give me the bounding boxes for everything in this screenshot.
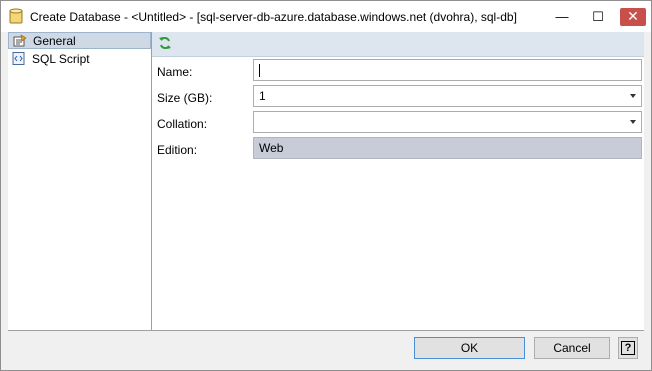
sidebar-item-sql-script[interactable]: SQL Script bbox=[8, 50, 151, 67]
help-icon: ? bbox=[621, 341, 635, 355]
chevron-down-icon bbox=[630, 94, 636, 98]
name-input[interactable] bbox=[253, 59, 642, 81]
minimize-icon: — bbox=[555, 9, 569, 24]
cancel-button[interactable]: Cancel bbox=[534, 337, 610, 359]
sidebar-item-label: SQL Script bbox=[32, 51, 90, 66]
toolbar bbox=[152, 32, 644, 57]
sql-script-icon bbox=[12, 52, 25, 65]
title-bar[interactable]: Create Database - <Untitled> - [sql-serv… bbox=[1, 1, 651, 32]
sidebar-item-general[interactable]: General bbox=[8, 32, 151, 49]
close-button[interactable]: ✕ bbox=[615, 1, 651, 32]
edition-label: Edition: bbox=[157, 143, 198, 157]
text-cursor bbox=[259, 63, 260, 77]
size-value: 1 bbox=[259, 89, 266, 103]
maximize-button[interactable]: ☐ bbox=[581, 1, 615, 32]
close-icon: ✕ bbox=[620, 7, 646, 26]
collation-label: Collation: bbox=[157, 117, 208, 131]
sidebar-item-label: General bbox=[33, 33, 76, 48]
size-label: Size (GB): bbox=[157, 91, 213, 105]
footer-divider bbox=[8, 330, 644, 331]
chevron-down-icon bbox=[630, 120, 636, 124]
collation-dropdown[interactable] bbox=[253, 111, 642, 133]
sidebar: General SQL Script bbox=[8, 32, 152, 330]
general-panel: Name: Size (GB): 1 Collation: Edition: W… bbox=[152, 32, 644, 330]
name-label: Name: bbox=[157, 65, 193, 79]
general-properties-icon bbox=[13, 34, 27, 47]
maximize-icon: ☐ bbox=[592, 8, 604, 24]
ok-button[interactable]: OK bbox=[414, 337, 525, 359]
database-icon bbox=[9, 8, 23, 24]
size-dropdown[interactable]: 1 bbox=[253, 85, 642, 107]
create-database-dialog: Create Database - <Untitled> - [sql-serv… bbox=[0, 0, 652, 371]
minimize-button[interactable]: — bbox=[545, 1, 579, 32]
edition-field: Web bbox=[253, 137, 642, 159]
window-title: Create Database - <Untitled> - [sql-serv… bbox=[30, 10, 517, 24]
edition-value: Web bbox=[259, 141, 284, 155]
help-button[interactable]: ? bbox=[618, 337, 638, 359]
refresh-icon[interactable] bbox=[158, 36, 172, 50]
